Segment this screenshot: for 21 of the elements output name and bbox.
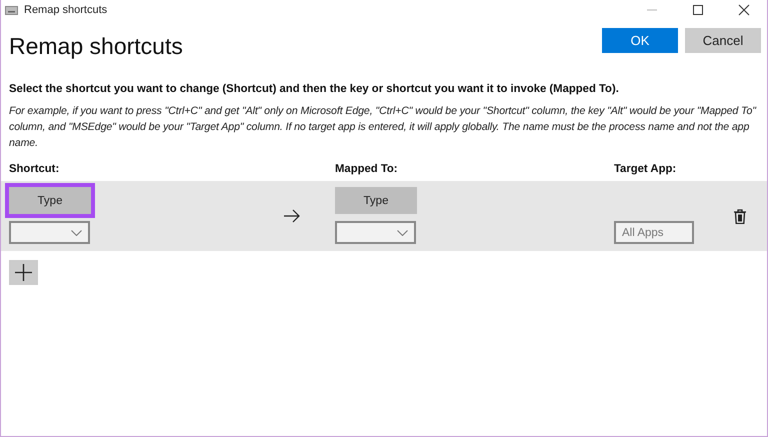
arrow-right-icon xyxy=(283,209,301,223)
key-dropdown[interactable] xyxy=(335,221,416,244)
chevron-down-icon xyxy=(397,230,408,236)
column-header: Target App: xyxy=(613,162,678,177)
column-header: Mapped To: xyxy=(334,162,399,177)
key-dropdown[interactable] xyxy=(9,221,90,244)
page-heading: Remap shortcuts xyxy=(9,33,184,60)
type-button[interactable]: Type xyxy=(335,187,417,214)
window-title: Remap shortcuts xyxy=(24,4,108,16)
keyboard-icon xyxy=(5,6,18,14)
cancel-button[interactable]: Cancel xyxy=(685,28,761,53)
ok-button[interactable]: OK xyxy=(602,28,678,53)
example-text: For example, if you want to press "Ctrl+C" and get "Alt" only on Microsoft Edge, "Ctrl+C" would be your "Shortcut" column, the key "Alt" would be your "Mapped To" column, and "MSEdge" would be your "Target App" column. If no target app is entered, it will apply globally. The name must be the process name and not the app name. xyxy=(9,104,758,151)
add-button[interactable] xyxy=(9,260,38,285)
target-app-field[interactable]: All Apps xyxy=(614,221,694,244)
plus-icon xyxy=(15,264,32,281)
chevron-down-icon xyxy=(71,230,82,236)
delete-icon[interactable] xyxy=(734,208,746,224)
column-header: Shortcut: xyxy=(8,162,60,177)
instruction-text: Select the shortcut you want to change (Shortcut) and then the key or shortcut you want it to invoke (Mapped To). xyxy=(9,83,620,95)
type-button[interactable]: Type xyxy=(9,187,91,214)
